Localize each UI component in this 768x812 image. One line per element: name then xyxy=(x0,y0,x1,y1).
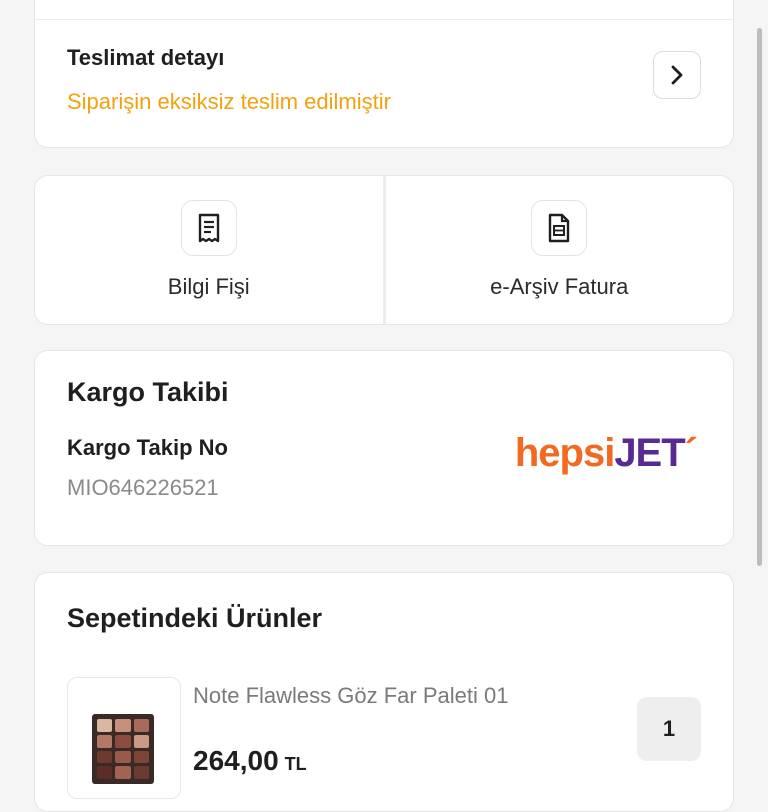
product-thumbnail[interactable] xyxy=(67,677,181,799)
documents-card: Bilgi Fişi e-Arşiv Fatura xyxy=(34,175,734,325)
tracking-number-label: Kargo Takip No xyxy=(67,435,228,460)
carrier-logo: hepsiJET´ xyxy=(514,431,698,476)
delivery-detail-button[interactable] xyxy=(653,51,701,99)
delivery-detail-title: Teslimat detayı xyxy=(67,45,225,70)
receipt-icon xyxy=(198,213,219,243)
invoice-icon xyxy=(549,213,570,243)
scrollbar[interactable] xyxy=(757,28,762,566)
eyeshadow-palette-image xyxy=(92,714,154,784)
cargo-title: Kargo Takibi xyxy=(67,377,229,407)
product-price-currency: TL xyxy=(284,754,307,774)
delivery-status-text: Siparişin eksiksiz teslim edilmiştir xyxy=(67,89,391,114)
invoice-document-button[interactable]: e-Arşiv Fatura xyxy=(386,176,734,324)
carrier-logo-part2: JET xyxy=(614,431,685,475)
receipt-document-button[interactable]: Bilgi Fişi xyxy=(35,176,383,324)
product-price: 264,00 TL xyxy=(193,745,307,777)
divider xyxy=(35,19,733,20)
product-name[interactable]: Note Flawless Göz Far Paleti 01 xyxy=(193,683,508,709)
product-price-value: 264,00 xyxy=(193,745,279,776)
basket-title: Sepetindeki Ürünler xyxy=(67,603,323,633)
chevron-right-icon xyxy=(671,65,683,85)
tracking-number-value[interactable]: MIO646226521 xyxy=(67,475,219,501)
invoice-icon-box xyxy=(531,200,588,256)
basket-items-card: Sepetindeki Ürünler Note Flawless Göz Fa… xyxy=(34,572,734,812)
carrier-logo-part1: hepsi xyxy=(514,431,615,475)
invoice-label: e-Arşiv Fatura xyxy=(490,274,629,299)
cargo-tracking-card: Kargo Takibi Kargo Takip No MIO646226521… xyxy=(34,350,734,546)
receipt-label: Bilgi Fişi xyxy=(167,274,250,299)
carrier-logo-accent: ´ xyxy=(684,431,698,475)
delivery-detail-card[interactable]: Teslimat detayı Siparişin eksiksiz tesli… xyxy=(34,0,734,148)
receipt-icon-box xyxy=(180,200,237,256)
product-quantity: 1 xyxy=(637,697,701,761)
